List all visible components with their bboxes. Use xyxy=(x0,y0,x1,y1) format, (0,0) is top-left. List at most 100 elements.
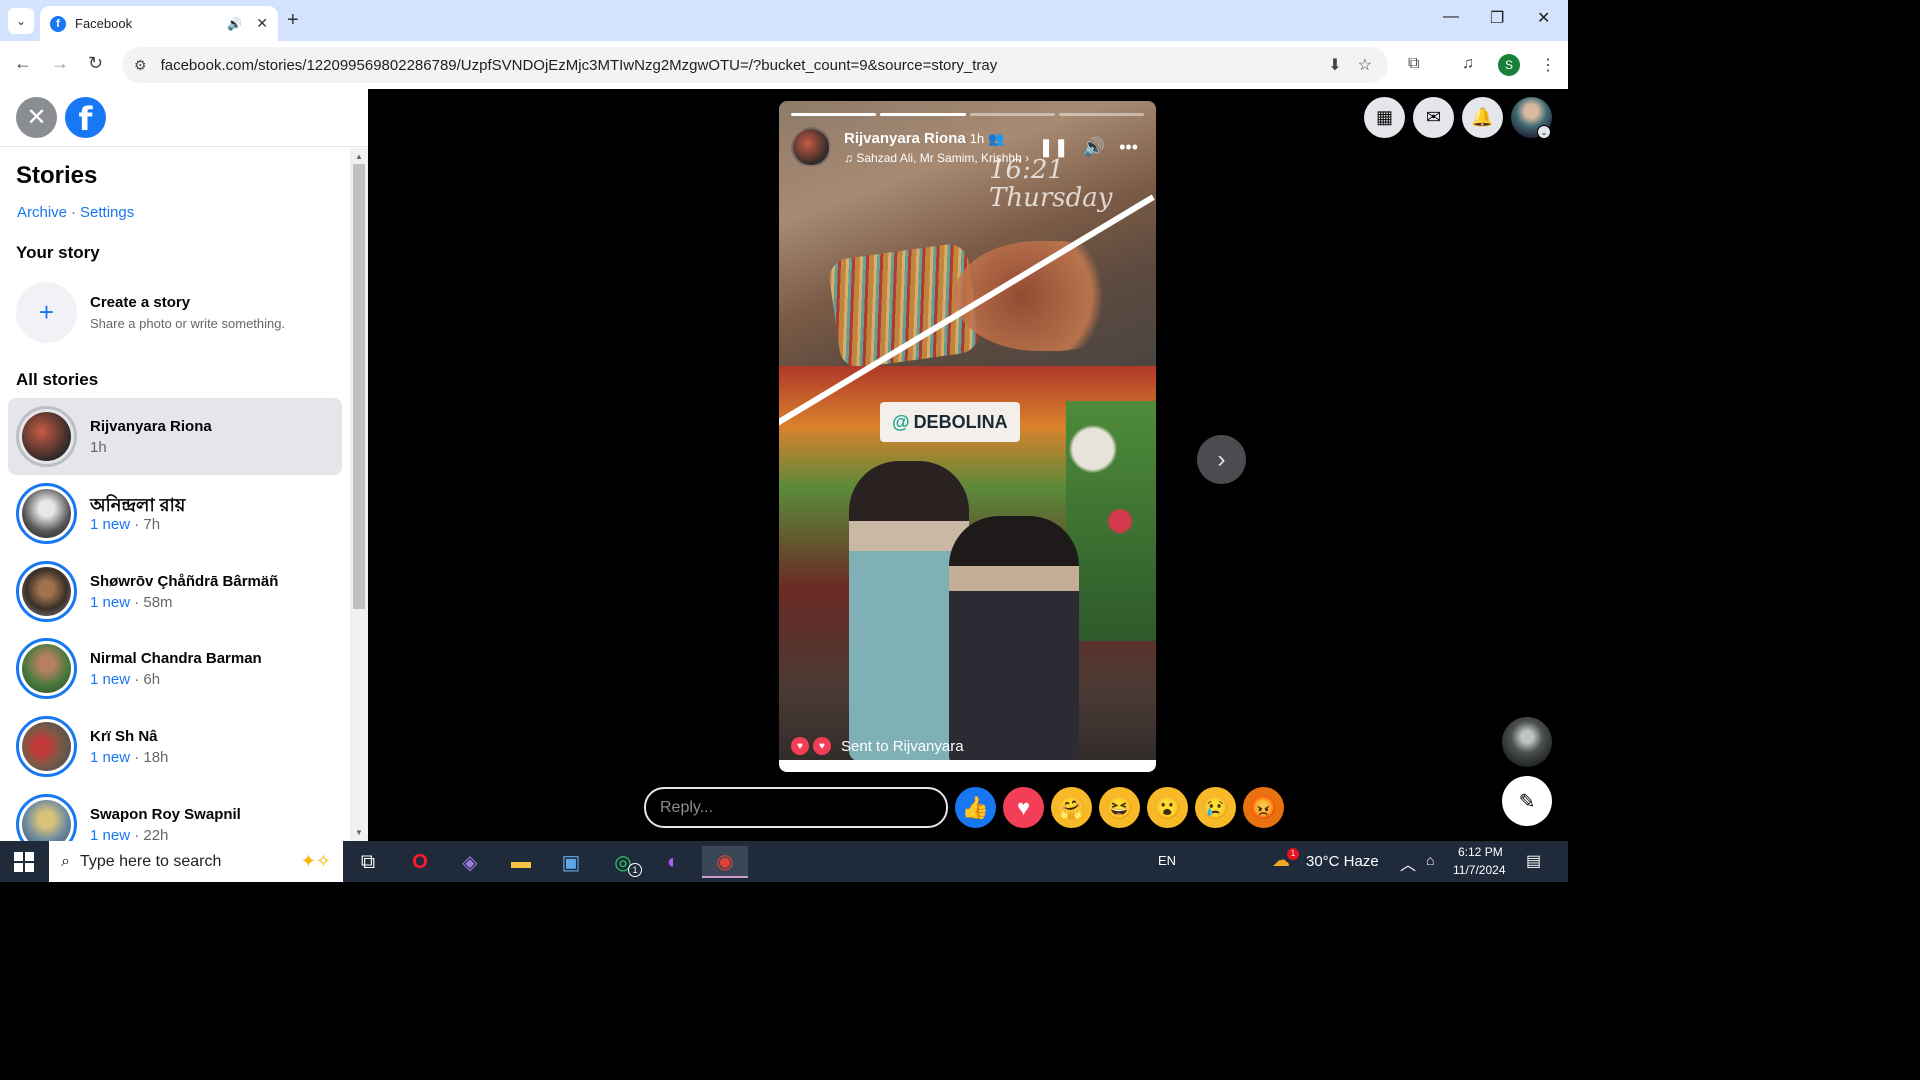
forward-icon[interactable]: → xyxy=(51,53,69,74)
link-separator: · xyxy=(71,204,77,221)
address-bar[interactable]: ⚙ facebook.com/stories/12209956980228678… xyxy=(122,47,1388,83)
love-reaction-icon[interactable]: ♥ xyxy=(1003,787,1044,828)
story-list-item[interactable]: Swapon Roy Swapnil 1 new · 22h xyxy=(8,786,342,841)
bookmark-star-icon[interactable]: ☆ xyxy=(1358,55,1372,75)
sidebar-scrollbar[interactable]: ▲ ▼ xyxy=(350,148,368,841)
story-viewer: Rijvanyara Riona 1h 👥 ♫ Sahzad Ali, Mr Sam… xyxy=(368,89,1568,841)
angry-reaction-icon[interactable]: 😡 xyxy=(1243,787,1284,828)
settings-link[interactable]: Settings xyxy=(80,204,134,221)
story-author-name[interactable]: Rijvanyara Riona 1h 👥 xyxy=(844,130,1004,147)
story-list-item[interactable]: Rijvanyara Riona 1h xyxy=(8,398,342,475)
clock-date[interactable]: 11/7/2024 xyxy=(1453,863,1506,877)
story-bottom-bar xyxy=(779,760,1156,772)
whatsapp-badge: 1 xyxy=(628,863,642,877)
create-story-title: Create a story xyxy=(90,294,191,311)
clock-time[interactable]: 6:12 PM xyxy=(1458,845,1503,859)
scroll-down-icon[interactable]: ▼ xyxy=(355,828,363,837)
story-list-item[interactable]: Krï Sh Nâ 1 new · 18h xyxy=(8,708,342,785)
story-meta: 1 new · 22h xyxy=(90,827,169,841)
story-meta: 1 new · 58m xyxy=(90,594,173,611)
wow-reaction-icon[interactable]: 😮 xyxy=(1147,787,1188,828)
chevron-down-icon[interactable]: ⌄ xyxy=(1537,125,1551,139)
install-app-icon[interactable]: ⬇ xyxy=(1328,55,1341,75)
mention-sticker[interactable]: @ DEBOLINA xyxy=(880,402,1020,442)
tab-close-icon[interactable]: ✕ xyxy=(256,15,268,32)
chevron-up-icon[interactable]: ︿ xyxy=(1400,851,1416,875)
visual-studio-icon[interactable]: ◈ xyxy=(454,846,486,878)
url-text[interactable]: facebook.com/stories/122099569802286789/… xyxy=(161,57,1329,74)
menu-kebab-icon[interactable]: ⋮ xyxy=(1540,55,1556,75)
friends-audience-icon: 👥 xyxy=(988,131,1005,146)
story-meta: 1h xyxy=(90,439,107,456)
story-photo-person xyxy=(949,516,1079,766)
minimize-button[interactable]: — xyxy=(1443,8,1459,26)
browser-tab-bar: ⌄ f Facebook 🔊 ✕ + — ❐ ✕ xyxy=(0,0,1568,41)
story-card[interactable]: Rijvanyara Riona 1h 👥 ♫ Sahzad Ali, Mr Sam… xyxy=(779,101,1156,772)
heart-icon: ♥ xyxy=(791,737,809,755)
messenger-app-icon[interactable]: ◐ xyxy=(657,846,689,878)
network-icon[interactable]: ⌂ xyxy=(1426,852,1434,868)
extensions-icon[interactable]: ⧉ xyxy=(1408,55,1419,73)
story-author-name: Rijvanyara Riona xyxy=(90,418,212,435)
care-reaction-icon[interactable]: 🤗 xyxy=(1051,787,1092,828)
microsoft-store-icon[interactable]: ▣ xyxy=(555,846,587,878)
avatar xyxy=(16,483,77,544)
close-window-button[interactable]: ✕ xyxy=(1537,8,1550,28)
search-icon: ⌕ xyxy=(61,852,70,870)
close-stories-button[interactable]: ✕ xyxy=(16,97,57,138)
opera-icon[interactable]: O xyxy=(404,846,436,878)
create-story-button[interactable]: + Create a story Share a photo or write … xyxy=(16,282,336,344)
reply-input[interactable]: Reply... xyxy=(644,787,948,828)
sent-text: Sent to Rijvanyara xyxy=(841,737,964,755)
story-list-item[interactable]: Shøwrōv Çhåñdrā Bârmäñ 1 new · 58m xyxy=(8,553,342,630)
taskbar-search[interactable]: ⌕ Type here to search ✦✧ xyxy=(49,841,343,882)
taskbar-search-placeholder: Type here to search xyxy=(79,852,222,870)
media-control-icon[interactable]: ♫ xyxy=(1462,55,1474,73)
more-options-icon[interactable]: ••• xyxy=(1119,137,1138,158)
start-windows-icon[interactable] xyxy=(14,852,34,872)
notifications-center-icon[interactable]: ▤ xyxy=(1526,851,1541,871)
story-list-item[interactable]: অনিন্দ্রলা রায় 1 new · 7h xyxy=(8,475,342,552)
story-list-item[interactable]: Nirmal Chandra Barman 1 new · 6h xyxy=(8,630,342,707)
archive-link[interactable]: Archive xyxy=(17,204,67,221)
scroll-thumb[interactable] xyxy=(353,164,365,609)
messenger-icon[interactable]: ✉ xyxy=(1413,97,1454,138)
audio-playing-icon[interactable]: 🔊 xyxy=(227,17,242,31)
browser-toolbar: ← → ↻ ⚙ facebook.com/stories/12209956980… xyxy=(0,41,1568,89)
avatar xyxy=(16,406,77,467)
story-author-avatar[interactable] xyxy=(791,127,831,167)
contact-avatar[interactable] xyxy=(1502,717,1552,767)
menu-grid-icon[interactable]: ▦ xyxy=(1364,97,1405,138)
new-tab-button[interactable]: + xyxy=(287,9,299,32)
story-author-name: Krï Sh Nâ xyxy=(90,728,158,745)
like-reaction-icon[interactable]: 👍 xyxy=(955,787,996,828)
notifications-bell-icon[interactable]: 🔔 xyxy=(1462,97,1503,138)
haha-reaction-icon[interactable]: 😆 xyxy=(1099,787,1140,828)
browser-tab[interactable]: f Facebook 🔊 ✕ xyxy=(40,6,278,41)
sad-reaction-icon[interactable]: 😢 xyxy=(1195,787,1236,828)
story-overlay-text: 16:21 Thursday xyxy=(989,155,1113,213)
file-explorer-icon[interactable]: ▬ xyxy=(505,846,537,878)
facebook-logo-icon[interactable]: f xyxy=(65,97,106,138)
reload-icon[interactable]: ↻ xyxy=(88,53,103,74)
tab-search-icon[interactable]: ⌄ xyxy=(8,8,34,34)
chrome-icon[interactable]: ◉ xyxy=(702,846,748,878)
scroll-up-icon[interactable]: ▲ xyxy=(355,152,363,161)
site-info-icon[interactable]: ⚙ xyxy=(134,57,147,74)
task-view-icon[interactable]: ⧉ xyxy=(352,846,384,878)
volume-icon[interactable]: 🔊 xyxy=(1083,137,1105,158)
search-highlight-icon: ✦✧ xyxy=(300,851,331,871)
next-story-button[interactable]: › xyxy=(1197,435,1246,484)
sidebar-links: Archive · Settings xyxy=(17,204,134,221)
avatar xyxy=(16,638,77,699)
back-icon[interactable]: ← xyxy=(14,53,32,74)
avatar xyxy=(16,716,77,777)
new-message-icon[interactable]: ✎ xyxy=(1502,776,1552,826)
profile-avatar[interactable]: S xyxy=(1498,54,1520,76)
restore-button[interactable]: ❐ xyxy=(1490,8,1504,28)
story-photo-henna xyxy=(954,241,1124,351)
story-author-name: Shøwrōv Çhåñdrā Bârmäñ xyxy=(90,573,279,590)
avatar xyxy=(16,794,77,841)
weather-text[interactable]: 30°C Haze xyxy=(1306,853,1379,870)
language-indicator[interactable]: EN xyxy=(1158,853,1176,868)
